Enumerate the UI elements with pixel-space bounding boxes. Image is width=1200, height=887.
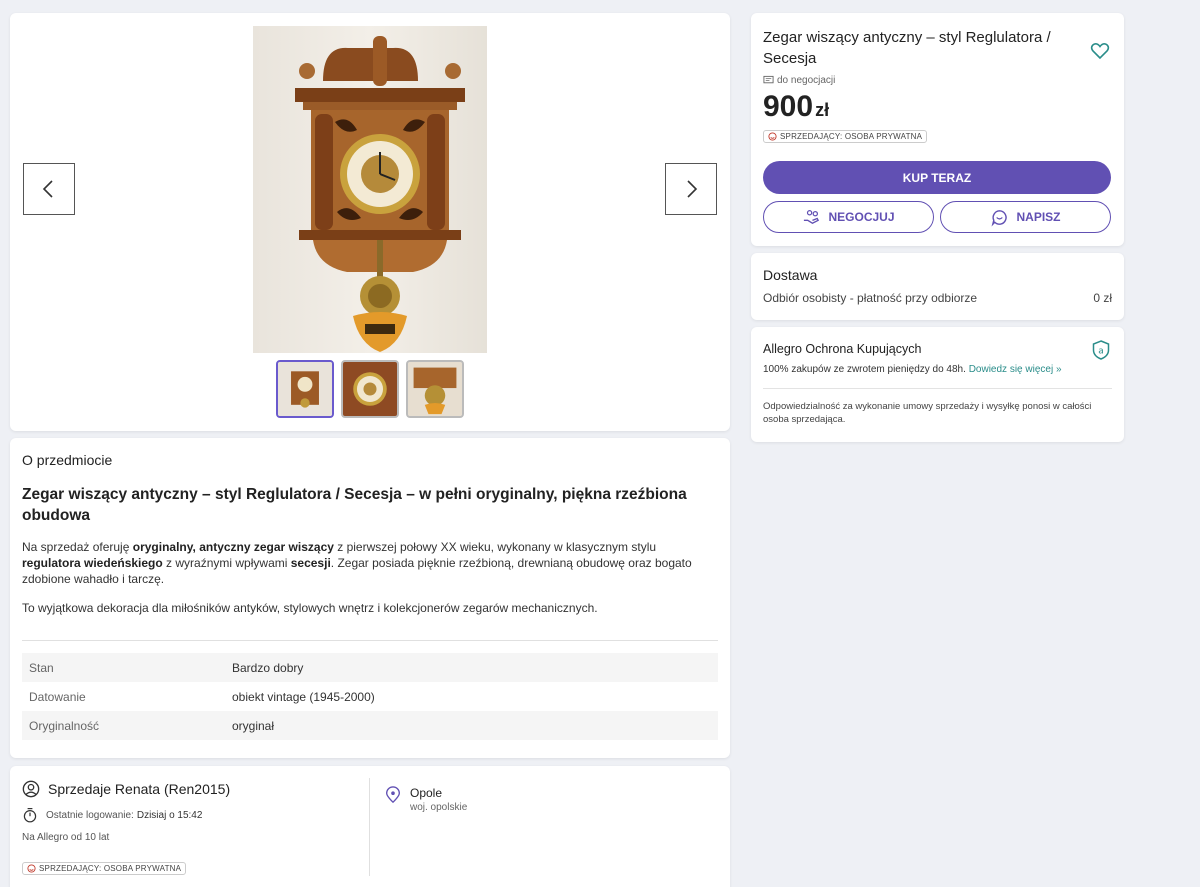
desc-text: Na sprzedaż oferuję <box>22 540 133 554</box>
table-row: Stan Bardzo dobry <box>22 653 718 682</box>
delivery-cost: 0 zł <box>1093 291 1112 305</box>
user-icon <box>22 780 40 798</box>
delivery-option: Odbiór osobisty - płatność przy odbiorze… <box>763 291 1112 305</box>
gallery-card <box>10 13 730 431</box>
delivery-method: Odbiór osobisty - płatność przy odbiorze <box>763 291 978 305</box>
param-value: obiekt vintage (1945-2000) <box>232 689 375 704</box>
last-login-value: Dzisiaj o 15:42 <box>136 809 203 821</box>
chat-icon <box>763 75 774 84</box>
seller-name-row[interactable]: Sprzedaje Renata (Ren2015) <box>22 780 367 798</box>
about-item-card: O przedmiocie Zegar wiszący antyczny – s… <box>10 438 730 758</box>
heart-icon[interactable] <box>1090 41 1110 61</box>
seller-badge-wrap: SPRZEDAJĄCY: OSOBA PRYWATNA <box>22 860 367 878</box>
buyer-protection-card: Allegro Ochrona Kupujących a 100% zakupó… <box>751 327 1124 442</box>
buy-box-card: Zegar wiszący antyczny – styl Reglulator… <box>751 13 1124 246</box>
seller-name[interactable]: Sprzedaje Renata (Ren2015) <box>48 781 230 797</box>
negotiable-text: do negocjacji <box>777 75 836 86</box>
protection-desc: 100% zakupów ze zwrotem pieniędzy do 48h… <box>763 364 966 375</box>
main-product-photo[interactable] <box>253 26 487 353</box>
last-login: Ostatnie logowanie: Dzisiaj o 15:42 <box>22 807 367 823</box>
thumbnail-3[interactable] <box>406 360 464 418</box>
desc-text: z pierwszej połowy XX wieku, wykonany w … <box>333 540 657 554</box>
thumbnail-clock-front-image <box>278 362 332 416</box>
smile-icon <box>768 132 777 141</box>
location-text: Opole woj. opolskie <box>410 786 467 813</box>
divider <box>369 778 370 876</box>
negotiate-button[interactable]: NEGOCJUJ <box>763 201 934 233</box>
thumbnail-strip <box>276 360 464 418</box>
message-label: NAPISZ <box>1016 210 1061 224</box>
price-value: 900 <box>763 90 814 123</box>
clock-photo-illustration <box>295 36 465 352</box>
desc-bold: secesji <box>290 556 331 570</box>
desc-bold: oryginalny, antyczny zegar wiszący <box>132 540 334 554</box>
buy-now-button[interactable]: KUP TERAZ <box>763 161 1111 194</box>
divider <box>763 388 1112 389</box>
thumbnail-2[interactable] <box>341 360 399 418</box>
param-value: oryginał <box>225 711 718 740</box>
delivery-card: Dostawa Odbiór osobisty - płatność przy … <box>751 253 1124 320</box>
private-seller-badge: SPRZEDAJĄCY: OSOBA PRYWATNA <box>763 130 928 143</box>
private-seller-badge: SPRZEDAJĄCY: OSOBA PRYWATNA <box>22 862 187 875</box>
description-paragraph-2: To wyjątkowa dekoracja dla miłośników an… <box>22 601 598 615</box>
offer-title: Zegar wiszący antyczny – styl Reglulator… <box>763 29 1051 67</box>
desc-bold: regulatora wiedeńskiego <box>22 556 163 570</box>
message-button[interactable]: NAPISZ <box>940 201 1111 233</box>
seller-card: Sprzedaje Renata (Ren2015) Ostatnie logo… <box>10 766 730 887</box>
parameters-table: Stan Bardzo dobry Datowanie obiekt vinta… <box>22 653 718 740</box>
chevron-right-icon <box>687 180 698 198</box>
protection-title: Allegro Ochrona Kupujących <box>763 342 922 356</box>
divider <box>22 640 718 641</box>
price: 900 zł <box>763 90 1112 124</box>
chevron-left-icon <box>42 180 53 198</box>
offer-badge-wrap: SPRZEDAJĄCY: OSOBA PRYWATNA <box>763 128 1112 146</box>
thumbnail-1[interactable] <box>276 360 334 418</box>
delivery-title: Dostawa <box>763 267 818 283</box>
table-row: Oryginalność oryginał <box>22 711 718 740</box>
description-headline: Zegar wiszący antyczny – styl Reglulator… <box>22 486 687 524</box>
smile-icon <box>27 864 36 873</box>
param-label: Stan <box>22 653 225 682</box>
gallery-prev-button[interactable] <box>23 163 75 215</box>
badge-text: SPRZEDAJĄCY: OSOBA PRYWATNA <box>39 864 182 873</box>
handshake-icon <box>804 209 820 224</box>
stopwatch-icon <box>23 808 37 823</box>
negotiate-label: NEGOCJUJ <box>828 210 895 224</box>
param-label: Oryginalność <box>22 711 225 740</box>
shield-icon: a <box>1092 340 1110 360</box>
thumbnail-pendulum-image <box>408 362 462 416</box>
seller-location: Opole woj. opolskie <box>384 786 467 813</box>
price-currency: zł <box>815 100 830 120</box>
description-paragraph-1: Na sprzedaż oferuję oryginalny, antyczny… <box>22 539 718 587</box>
seller-info: Sprzedaje Renata (Ren2015) Ostatnie logo… <box>22 780 367 878</box>
badge-text: SPRZEDAJĄCY: OSOBA PRYWATNA <box>780 132 923 141</box>
param-label: Datowanie <box>29 689 86 704</box>
table-row: Datowanie obiekt vintage (1945-2000) <box>22 682 718 711</box>
gallery-next-button[interactable] <box>665 163 717 215</box>
learn-more-link[interactable]: Dowiedz się więcej » <box>969 364 1062 375</box>
protection-text: 100% zakupów ze zwrotem pieniędzy do 48h… <box>763 364 1112 375</box>
about-section-title: O przedmiocie <box>22 452 113 468</box>
seller-since: Na Allegro od 10 lat <box>22 832 110 843</box>
negotiable-note: do negocjacji <box>763 75 1112 86</box>
responsibility-note: Odpowiedzialność za wykonanie umowy sprz… <box>763 401 1092 425</box>
location-pin-icon <box>386 786 400 804</box>
svg-text:a: a <box>1098 347 1104 357</box>
chat-bubble-icon <box>992 209 1008 226</box>
param-value: Bardzo dobry <box>225 653 718 682</box>
last-login-label: Ostatnie logowanie: <box>46 809 134 821</box>
location-city: Opole <box>410 786 443 800</box>
location-region: woj. opolskie <box>410 802 468 813</box>
desc-text: z wyraźnymi wpływami <box>162 556 291 570</box>
thumbnail-dial-closeup-image <box>343 362 397 416</box>
